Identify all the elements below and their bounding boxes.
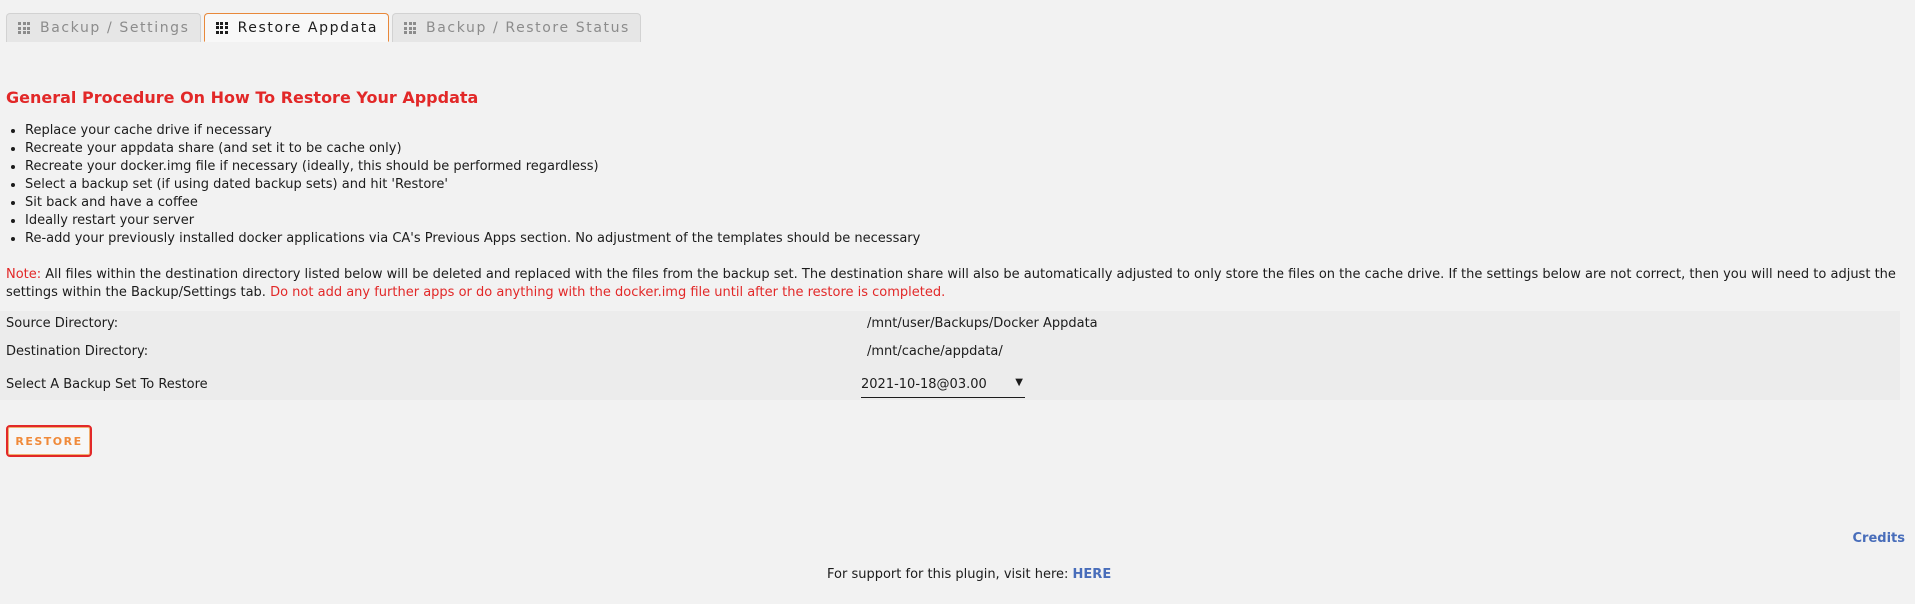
backup-set-selected: 2021-10-18@03.00 — [861, 377, 987, 392]
destination-directory-label: Destination Directory: — [6, 344, 149, 359]
tab-label: Restore Appdata — [237, 19, 379, 36]
grid-icon — [18, 22, 30, 34]
list-item: Recreate your appdata share (and set it … — [25, 140, 920, 158]
list-item: Replace your cache drive if necessary — [25, 122, 920, 140]
restore-note: Note: All files within the destination d… — [6, 266, 1896, 302]
procedure-list: Replace your cache drive if necessary Re… — [6, 122, 920, 248]
list-item: Recreate your docker.img file if necessa… — [25, 158, 920, 176]
credits-link[interactable]: Credits — [1853, 531, 1905, 546]
list-item: Ideally restart your server — [25, 212, 920, 230]
note-warning: Do not add any further apps or do anythi… — [270, 285, 946, 300]
list-item: Re-add your previously installed docker … — [25, 230, 920, 248]
restore-button[interactable]: RESTORE — [6, 425, 92, 457]
support-link[interactable]: HERE — [1073, 567, 1112, 582]
page-heading: General Procedure On How To Restore Your… — [6, 88, 479, 107]
backup-set-label: Select A Backup Set To Restore — [6, 377, 208, 392]
tab-backup-settings[interactable]: Backup / Settings — [6, 13, 201, 42]
list-item: Select a backup set (if using dated back… — [25, 176, 920, 194]
source-directory-value: /mnt/user/Backups/Docker Appdata — [867, 316, 1098, 331]
grid-icon — [404, 22, 417, 34]
support-line: For support for this plugin, visit here:… — [827, 567, 1111, 582]
note-prefix: Note: — [6, 267, 42, 282]
destination-directory-value: /mnt/cache/appdata/ — [867, 344, 1003, 359]
tab-label: Backup / Settings — [40, 20, 190, 36]
caret-down-icon: ▼ — [1015, 377, 1023, 388]
backup-set-select[interactable]: 2021-10-18@03.00 ▼ — [861, 375, 1025, 398]
tab-bar: Backup / Settings Restore Appdata Backup… — [6, 13, 644, 42]
tab-backup-restore-status[interactable]: Backup / Restore Status — [392, 13, 641, 42]
tab-restore-appdata[interactable]: Restore Appdata — [203, 13, 390, 42]
source-directory-label: Source Directory: — [6, 316, 119, 331]
grid-icon — [215, 21, 228, 34]
tab-label: Backup / Restore Status — [426, 20, 630, 36]
settings-panel: Source Directory: /mnt/user/Backups/Dock… — [0, 311, 1900, 400]
list-item: Sit back and have a coffee — [25, 194, 920, 212]
support-text: For support for this plugin, visit here: — [827, 567, 1073, 582]
